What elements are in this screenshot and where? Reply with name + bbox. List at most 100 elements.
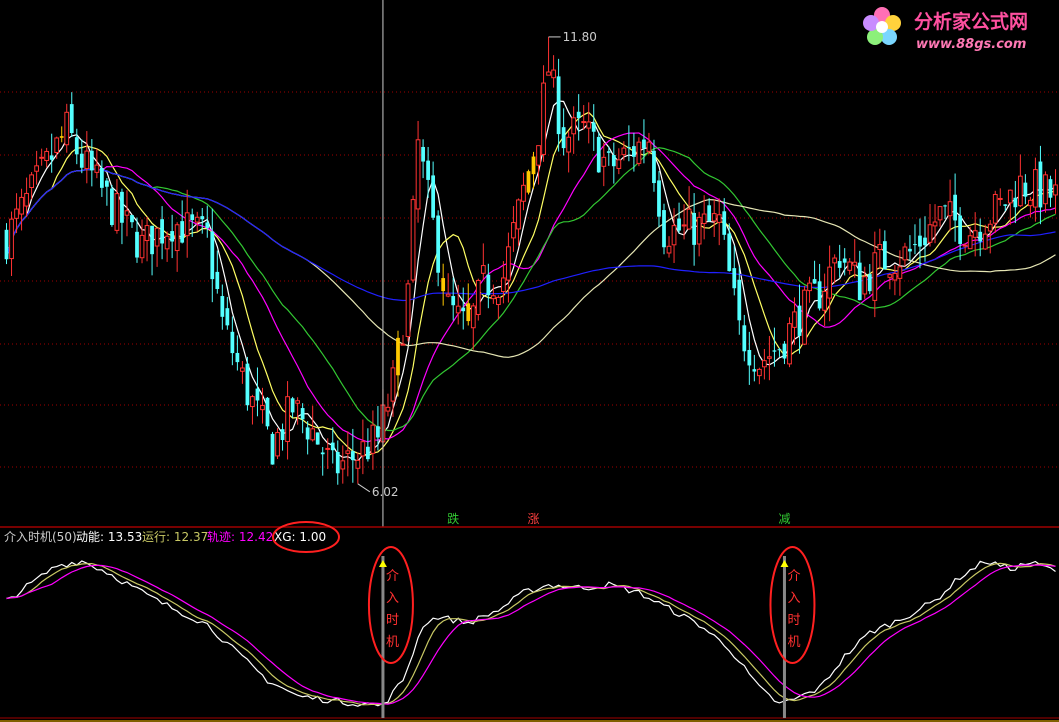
candle-body — [913, 244, 917, 246]
candle-body — [475, 279, 481, 315]
candle-body — [817, 281, 822, 309]
candle-body — [190, 214, 195, 221]
candle-body — [194, 216, 200, 223]
candle-body — [310, 428, 316, 441]
candle-body — [99, 168, 104, 188]
header-track-value: 12.42 — [239, 530, 273, 544]
candle-body — [967, 235, 973, 250]
candle-body — [978, 231, 983, 242]
candle-body — [947, 201, 953, 217]
candle-body — [139, 234, 145, 259]
candle-body — [410, 199, 416, 281]
candle-body — [827, 266, 833, 299]
candle-body — [396, 337, 400, 376]
watermark-logo: 分析家公式网 www.88gs.com — [863, 7, 1028, 52]
candle-body — [501, 277, 506, 292]
candle-body — [330, 442, 335, 451]
candle-body — [636, 141, 642, 164]
candle-body — [802, 289, 807, 345]
event-markers: 跌涨减 — [447, 511, 790, 526]
candle-body — [756, 368, 762, 377]
candle-body — [300, 408, 305, 420]
candle-body — [822, 290, 827, 311]
ma-line-10 — [5, 111, 1056, 457]
header-momentum: 动能: 13.53 — [76, 530, 142, 544]
candle-body — [611, 155, 616, 167]
candle-body — [290, 398, 295, 413]
watermark-url: www.88gs.com — [916, 37, 1026, 52]
candle-body — [1043, 174, 1048, 205]
candle-body — [250, 396, 255, 408]
candle-body — [285, 396, 290, 443]
candle-body — [596, 136, 601, 173]
candle-body — [174, 224, 180, 252]
candle-body — [230, 331, 235, 354]
signal-char: 机 — [787, 635, 800, 650]
candle-body — [170, 231, 175, 242]
ma-line-5 — [5, 100, 1056, 462]
candle-body — [315, 432, 320, 445]
candle-body — [997, 197, 1003, 200]
candle-body — [215, 271, 220, 290]
candle-body — [270, 433, 275, 465]
candle-body — [135, 231, 139, 258]
candle-body — [732, 268, 737, 289]
candle-body — [943, 205, 947, 207]
candle-body — [260, 405, 265, 411]
candle-body — [360, 441, 366, 457]
signal-char: 时 — [787, 613, 800, 628]
indicator-title: 介入时机(50) — [4, 530, 77, 544]
candle-body — [862, 276, 868, 295]
candle-body — [722, 211, 727, 235]
candle-body — [837, 261, 842, 268]
candle-body — [486, 274, 491, 296]
candle-body — [120, 191, 124, 223]
candle-body — [536, 145, 541, 166]
stock-chart[interactable]: 11.80 6.02 跌 涨 减 分析家公式网 www.88gs.com 介入时机(… — [0, 0, 1059, 722]
candle-body — [426, 160, 430, 180]
candle-body — [345, 450, 351, 454]
signal-char: 机 — [386, 635, 399, 650]
candle-body — [160, 219, 164, 244]
candle-body — [958, 215, 963, 244]
candle-body — [877, 244, 883, 251]
candle-body — [681, 224, 687, 227]
candle-body — [701, 213, 707, 224]
candle-body — [1023, 182, 1028, 197]
candle-body — [772, 350, 777, 352]
candle-body — [696, 216, 702, 245]
header-xg-label: XG: — [274, 530, 299, 544]
candle-body — [29, 174, 34, 188]
event-marker: 跌 — [447, 511, 459, 526]
signal-label: 介入时机 — [787, 569, 800, 650]
ma-line-20 — [5, 132, 1056, 443]
header-run-value: 12.37 — [174, 530, 208, 544]
candle-body — [571, 117, 577, 135]
candle-body — [937, 206, 943, 221]
candle-body — [154, 227, 160, 247]
candle-body — [782, 343, 787, 359]
candle-body — [716, 214, 722, 223]
candle-body — [777, 349, 782, 351]
candle-body — [59, 136, 64, 138]
candle-body — [506, 246, 511, 281]
signal-label: 介入时机 — [386, 569, 399, 650]
candle-body — [4, 229, 9, 260]
candle-body — [902, 246, 908, 261]
event-marker: 减 — [778, 512, 790, 526]
candle-body — [867, 274, 872, 292]
header-run: 运行: 12.37 — [142, 530, 208, 544]
candle-body — [9, 218, 14, 260]
candle-body — [897, 266, 903, 279]
candle-body — [305, 427, 310, 440]
candle-body — [747, 349, 752, 366]
candle-body — [235, 352, 240, 363]
candle-body — [752, 369, 757, 372]
candle-body — [616, 159, 622, 169]
candle-body — [606, 151, 611, 153]
candle-body — [626, 147, 631, 149]
candle-body — [89, 150, 94, 171]
candle-body — [892, 272, 898, 281]
candle-body — [405, 283, 411, 338]
candle-body — [376, 426, 380, 438]
